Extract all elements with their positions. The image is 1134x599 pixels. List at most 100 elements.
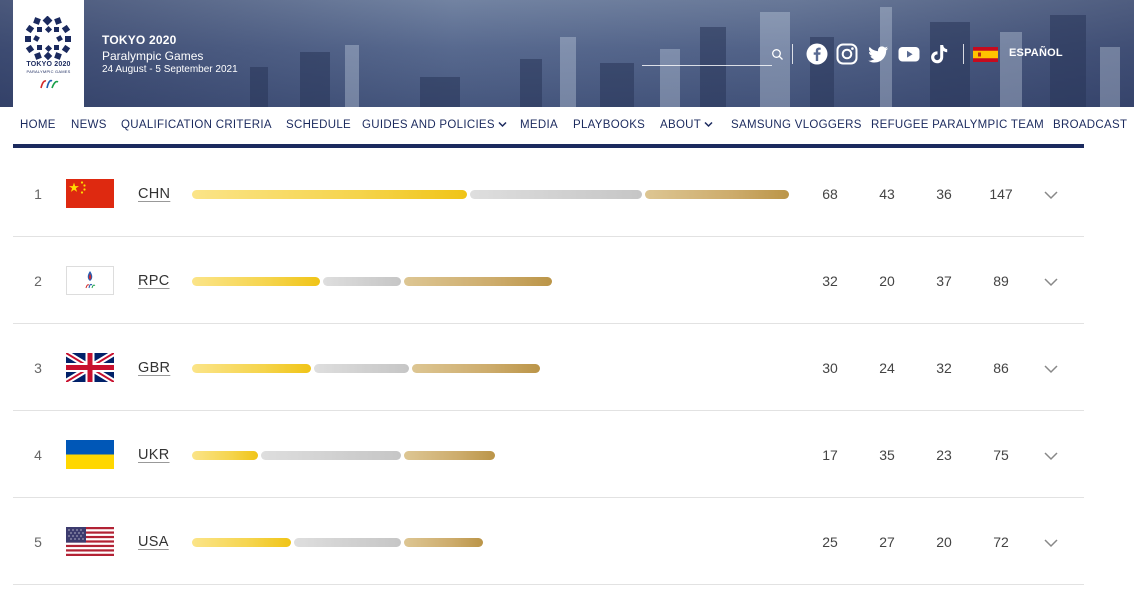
chevron-down-icon[interactable] xyxy=(1043,361,1059,377)
total-count: 147 xyxy=(989,186,1013,202)
gold-bar xyxy=(192,364,312,373)
nav-item-news[interactable]: NEWS xyxy=(71,119,107,131)
building-silhouette xyxy=(250,67,268,107)
bronze-count: 37 xyxy=(936,273,952,289)
gold-count: 68 xyxy=(822,186,838,202)
search-icon[interactable] xyxy=(771,48,784,61)
country-code[interactable]: USA xyxy=(138,534,169,550)
search-box xyxy=(642,44,786,66)
nav-item-refugee-paralympic-team[interactable]: REFUGEE PARALYMPIC TEAM xyxy=(871,119,1044,131)
country-code[interactable]: CHN xyxy=(138,186,170,202)
total-count: 89 xyxy=(993,273,1009,289)
nav-item-schedule[interactable]: SCHEDULE xyxy=(286,119,351,131)
nav-item-qualification-criteria[interactable]: QUALIFICATION CRITERIA xyxy=(121,119,272,131)
gold-count: 30 xyxy=(822,360,838,376)
tokyo-2020-logo[interactable]: TOKYO 2020 PARALYMPIC GAMES xyxy=(13,0,84,107)
rank: 1 xyxy=(34,186,42,202)
medal-row-chn[interactable]: 1 CHN 68 43 36 147 xyxy=(13,150,1084,237)
gold-bar xyxy=(192,190,467,199)
medal-row-usa[interactable]: 5 USA 25 27 20 72 xyxy=(13,498,1084,585)
bronze-count: 32 xyxy=(936,360,952,376)
chevron-down-icon xyxy=(704,121,713,128)
chevron-down-icon[interactable] xyxy=(1043,535,1059,551)
building-silhouette xyxy=(560,37,576,107)
logo-subwordmark: PARALYMPIC GAMES xyxy=(26,69,71,74)
rank: 2 xyxy=(34,273,42,289)
silver-count: 27 xyxy=(879,534,895,550)
event-title: TOKYO 2020 xyxy=(102,33,177,47)
bronze-bar xyxy=(404,451,496,460)
ukraine-flag-icon xyxy=(66,440,114,469)
total-count: 75 xyxy=(993,447,1009,463)
nav-item-home[interactable]: HOME xyxy=(20,119,56,131)
medal-bars xyxy=(192,364,812,373)
spain-flag-icon[interactable] xyxy=(973,47,998,62)
bronze-bar xyxy=(404,538,483,547)
rank: 5 xyxy=(34,534,42,550)
building-silhouette xyxy=(1000,32,1022,107)
chevron-down-icon[interactable] xyxy=(1043,448,1059,464)
silver-bar xyxy=(322,277,402,286)
building-silhouette xyxy=(600,63,634,107)
nav-item-about[interactable]: ABOUT xyxy=(660,119,713,131)
bronze-bar xyxy=(412,364,541,373)
search-input[interactable] xyxy=(642,44,772,66)
gold-bar xyxy=(192,538,292,547)
nav-divider xyxy=(13,144,1084,148)
youtube-icon[interactable] xyxy=(898,43,920,65)
nav-item-label: ABOUT xyxy=(660,119,702,131)
medal-bars xyxy=(192,538,812,547)
instagram-icon[interactable] xyxy=(836,43,858,65)
building-silhouette xyxy=(700,27,726,107)
uk-flag-icon xyxy=(66,353,114,382)
medal-bars xyxy=(192,451,812,460)
agitos-icon xyxy=(40,79,59,89)
gold-count: 17 xyxy=(822,447,838,463)
gold-bar xyxy=(192,277,320,286)
building-silhouette xyxy=(1050,15,1086,107)
language-switch[interactable]: ESPAÑOL xyxy=(1009,47,1063,59)
nav-item-media[interactable]: MEDIA xyxy=(520,119,558,131)
main-nav: HOME NEWS QUALIFICATION CRITERIA SCHEDUL… xyxy=(0,107,1134,145)
nav-item-samsung-vloggers[interactable]: SAMSUNG VLOGGERS xyxy=(731,119,862,131)
tiktok-icon[interactable] xyxy=(928,43,950,65)
medal-bars xyxy=(192,277,812,286)
chevron-down-icon[interactable] xyxy=(1043,274,1059,290)
silver-count: 20 xyxy=(879,273,895,289)
total-count: 86 xyxy=(993,360,1009,376)
silver-count: 43 xyxy=(879,186,895,202)
medal-bars xyxy=(192,190,812,199)
china-flag-icon xyxy=(66,179,114,208)
chevron-down-icon[interactable] xyxy=(1043,187,1059,203)
silver-bar xyxy=(314,364,410,373)
header-separator xyxy=(963,44,964,64)
rank: 4 xyxy=(34,447,42,463)
gold-count: 32 xyxy=(822,273,838,289)
building-silhouette xyxy=(300,52,330,107)
silver-bar xyxy=(469,190,643,199)
building-silhouette xyxy=(420,77,460,107)
usa-flag-icon xyxy=(66,527,114,556)
bronze-count: 36 xyxy=(936,186,952,202)
medal-row-rpc[interactable]: 2 RPC 32 20 37 89 xyxy=(13,237,1084,324)
nav-item-playbooks[interactable]: PLAYBOOKS xyxy=(573,119,645,131)
twitter-icon[interactable] xyxy=(867,43,889,65)
event-subtitle: Paralympic Games xyxy=(102,49,204,63)
facebook-icon[interactable] xyxy=(806,43,828,65)
silver-bar xyxy=(294,538,402,547)
medal-row-gbr[interactable]: 3 GBR 30 24 32 86 xyxy=(13,324,1084,411)
event-dates: 24 August - 5 September 2021 xyxy=(102,64,238,75)
medal-row-ukr[interactable]: 4 UKR 17 35 23 75 xyxy=(13,411,1084,498)
country-code[interactable]: RPC xyxy=(138,273,170,289)
rpc-flag-icon xyxy=(66,266,114,295)
building-silhouette xyxy=(520,59,542,107)
building-silhouette xyxy=(1100,47,1120,107)
nav-item-guides-and-policies[interactable]: GUIDES AND POLICIES xyxy=(362,119,507,131)
nav-item-label: GUIDES AND POLICIES xyxy=(362,119,495,131)
bronze-bar xyxy=(645,190,789,199)
nav-item-broadcast[interactable]: BROADCAST xyxy=(1053,119,1127,131)
bronze-bar xyxy=(404,277,553,286)
logo-wordmark: TOKYO 2020 xyxy=(26,61,71,68)
country-code[interactable]: GBR xyxy=(138,360,170,376)
country-code[interactable]: UKR xyxy=(138,447,170,463)
